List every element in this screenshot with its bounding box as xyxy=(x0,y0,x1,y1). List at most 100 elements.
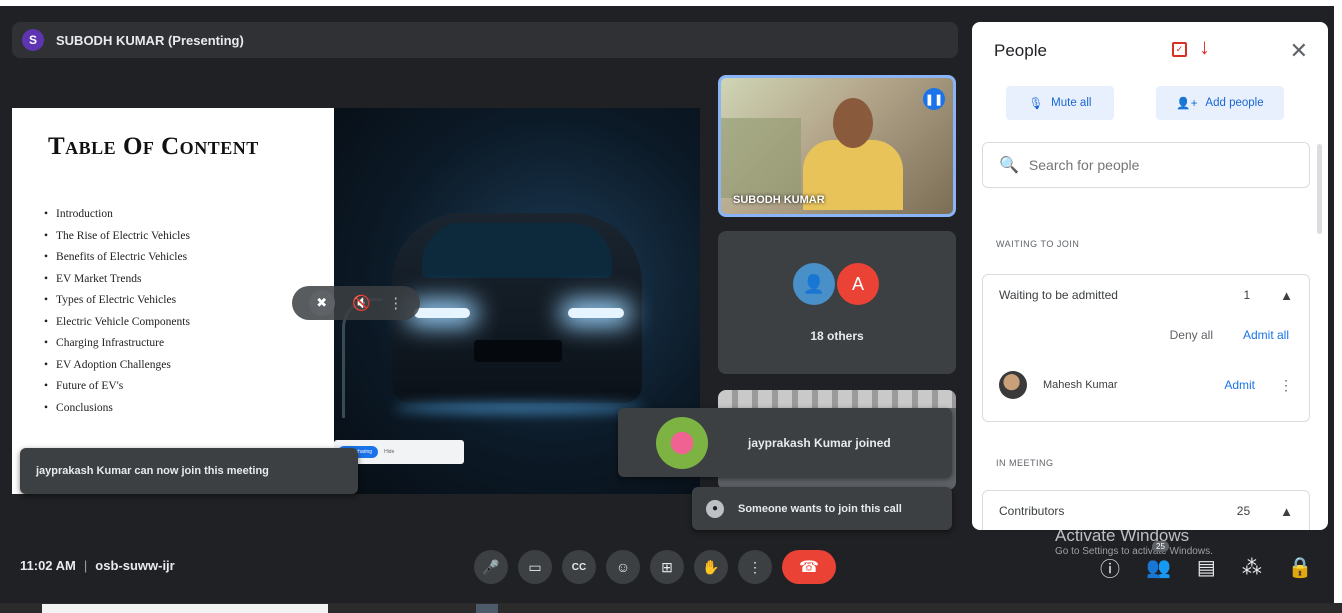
floor-glow xyxy=(394,403,644,413)
waiting-group: Waiting to be admitted 1 ▲ Deny all Admi… xyxy=(982,274,1310,422)
joined-text: jayprakash Kumar joined xyxy=(748,435,891,450)
close-icon[interactable]: ✕ xyxy=(1290,38,1308,64)
separator: | xyxy=(83,558,88,573)
waiting-person-name: Mahesh Kumar xyxy=(1043,379,1118,391)
captions-button[interactable]: CC xyxy=(562,550,596,584)
panel-title: People xyxy=(994,41,1047,60)
contributors-header[interactable]: Contributors 25 ▲ xyxy=(983,491,1309,530)
info-icon[interactable]: ⓘ xyxy=(1100,553,1120,582)
can-join-notification: jayprakash Kumar can now join this meeti… xyxy=(20,448,358,494)
person-icon: ● xyxy=(706,499,724,518)
add-people-button[interactable]: 👤+ Add people xyxy=(1156,86,1284,120)
speaker-head xyxy=(833,98,873,148)
joined-notification: jayprakash Kumar joined xyxy=(618,408,952,477)
add-people-label: Add people xyxy=(1205,97,1264,109)
unpin-icon[interactable]: ✖ xyxy=(308,290,335,316)
avatar xyxy=(999,371,1027,399)
slide-item: Benefits of Electric Vehicles xyxy=(44,251,190,273)
slide-title: Table Of Content xyxy=(48,133,259,160)
slide-item: Future of EV's xyxy=(44,380,190,402)
user-avatar xyxy=(656,416,708,469)
presenter-name: SUBODH KUMAR (Presenting) xyxy=(56,32,244,48)
others-count: 18 others xyxy=(810,329,864,343)
in-meeting-section-label: IN MEETING xyxy=(996,458,1054,468)
call-controls: 🎤 ▭ CC ☺ ⊞ ✋ ⋮ ☎ xyxy=(474,550,836,584)
arrow-down-icon: ↓ xyxy=(1199,34,1210,59)
car-headlight-right xyxy=(568,308,624,318)
waiting-person-row: Mahesh Kumar Admit ⋮ xyxy=(983,355,1309,415)
chevron-up-icon: ▲ xyxy=(1280,287,1293,303)
mic-off-icon: 🎙 xyxy=(1028,98,1044,110)
chat-icon[interactable]: ▤ xyxy=(1197,555,1216,580)
emoji-button[interactable]: ☺ xyxy=(606,550,640,584)
waiting-group-header[interactable]: Waiting to be admitted 1 ▲ xyxy=(983,275,1309,315)
presenter-bar: S SUBODH KUMAR (Presenting) xyxy=(12,22,958,58)
admit-all-button[interactable]: Admit all xyxy=(1243,328,1289,342)
deny-all-button[interactable]: Deny all xyxy=(1170,328,1213,342)
taskbar-app[interactable] xyxy=(476,604,498,613)
shared-slide: Table Of Content Introduction The Rise o… xyxy=(12,108,334,494)
speaker-name: SUBODH KUMAR xyxy=(733,194,825,206)
waiting-actions: Deny all Admit all xyxy=(983,315,1309,355)
meet-window: S SUBODH KUMAR (Presenting) Table Of Con… xyxy=(0,0,1342,613)
slide-item: Charging Infrastructure xyxy=(44,337,190,359)
join-request-text: Someone wants to join this call xyxy=(738,502,902,515)
presenter-avatar: S xyxy=(22,29,44,51)
search-input[interactable] xyxy=(1028,157,1289,173)
mute-all-label: Mute all xyxy=(1051,97,1092,109)
window-edge xyxy=(1334,0,1342,613)
host-controls-icon[interactable]: 🔒 xyxy=(1288,555,1313,580)
mute-presentation-icon[interactable]: 🔇 xyxy=(352,294,371,312)
mute-all-button[interactable]: 🎙 Mute all xyxy=(1006,86,1114,120)
contributors-group: Contributors 25 ▲ xyxy=(982,490,1310,530)
participant-video-fragment xyxy=(718,390,956,408)
camera-button[interactable]: ▭ xyxy=(518,550,552,584)
slide-item: Introduction xyxy=(44,208,190,230)
meeting-time: 11:02 AM xyxy=(20,558,76,573)
admit-button[interactable]: Admit xyxy=(1224,378,1255,392)
side-controls: ⓘ 👥 25 ▤ ⁂ 🔒 xyxy=(1100,541,1313,582)
car-grille xyxy=(474,340,562,362)
waiting-count: 1 xyxy=(1243,288,1251,302)
slide-item: EV Adoption Challenges xyxy=(44,359,190,381)
raise-hand-button[interactable]: ✋ xyxy=(694,550,728,584)
more-options-button[interactable]: ⋮ xyxy=(738,550,772,584)
car-windshield xyxy=(422,223,612,278)
background-shelf xyxy=(721,118,801,198)
participant-avatar: 👤 xyxy=(793,263,835,305)
activities-icon[interactable]: ⁂ xyxy=(1242,555,1262,580)
checkbox-icon: ✓ xyxy=(1172,42,1187,57)
others-tile[interactable]: 👤 A 18 others xyxy=(718,231,956,374)
search-people: 🔍 xyxy=(982,142,1310,188)
chevron-up-icon: ▲ xyxy=(1280,503,1293,519)
people-icon[interactable]: 👥 25 xyxy=(1146,541,1171,580)
slide-item: Conclusions xyxy=(44,402,190,424)
top-edge xyxy=(0,0,1342,6)
presentation-toolbar: ✖ 🔇 ⋮ xyxy=(292,286,420,320)
end-call-button[interactable]: ☎ xyxy=(782,550,836,584)
more-options-icon[interactable]: ⋮ xyxy=(1279,377,1293,394)
slide-list: Introduction The Rise of Electric Vehicl… xyxy=(44,208,190,423)
panel-scrollbar[interactable] xyxy=(1317,144,1322,234)
more-options-icon[interactable]: ⋮ xyxy=(388,294,403,312)
participant-avatar: A xyxy=(837,263,879,305)
speaker-tile[interactable]: ❚❚ SUBODH KUMAR xyxy=(718,75,956,217)
taskbar-window[interactable] xyxy=(42,604,328,613)
slide-item: EV Market Trends xyxy=(44,273,190,295)
present-button[interactable]: ⊞ xyxy=(650,550,684,584)
search-icon: 🔍 xyxy=(999,157,1019,174)
speaking-indicator-icon: ❚❚ xyxy=(923,88,945,110)
meeting-info: 11:02 AM | osb-suww-ijr xyxy=(20,558,175,573)
waiting-group-label: Waiting to be admitted xyxy=(999,288,1118,302)
meeting-code[interactable]: osb-suww-ijr xyxy=(95,558,174,573)
contributors-count: 25 xyxy=(1236,504,1251,518)
hide-button[interactable]: Hide xyxy=(384,449,394,455)
slide-item: Types of Electric Vehicles xyxy=(44,294,190,316)
people-count-badge: 25 xyxy=(1152,541,1169,552)
join-request-notification[interactable]: ● Someone wants to join this call xyxy=(692,487,952,530)
contributors-label: Contributors xyxy=(999,504,1065,518)
microphone-button[interactable]: 🎤 xyxy=(474,550,508,584)
car-headlight-left xyxy=(414,308,470,318)
slide-item: The Rise of Electric Vehicles xyxy=(44,230,190,252)
people-panel: People ✓ ↓ ✕ 🎙 Mute all 👤+ Add people 🔍 … xyxy=(972,22,1328,530)
